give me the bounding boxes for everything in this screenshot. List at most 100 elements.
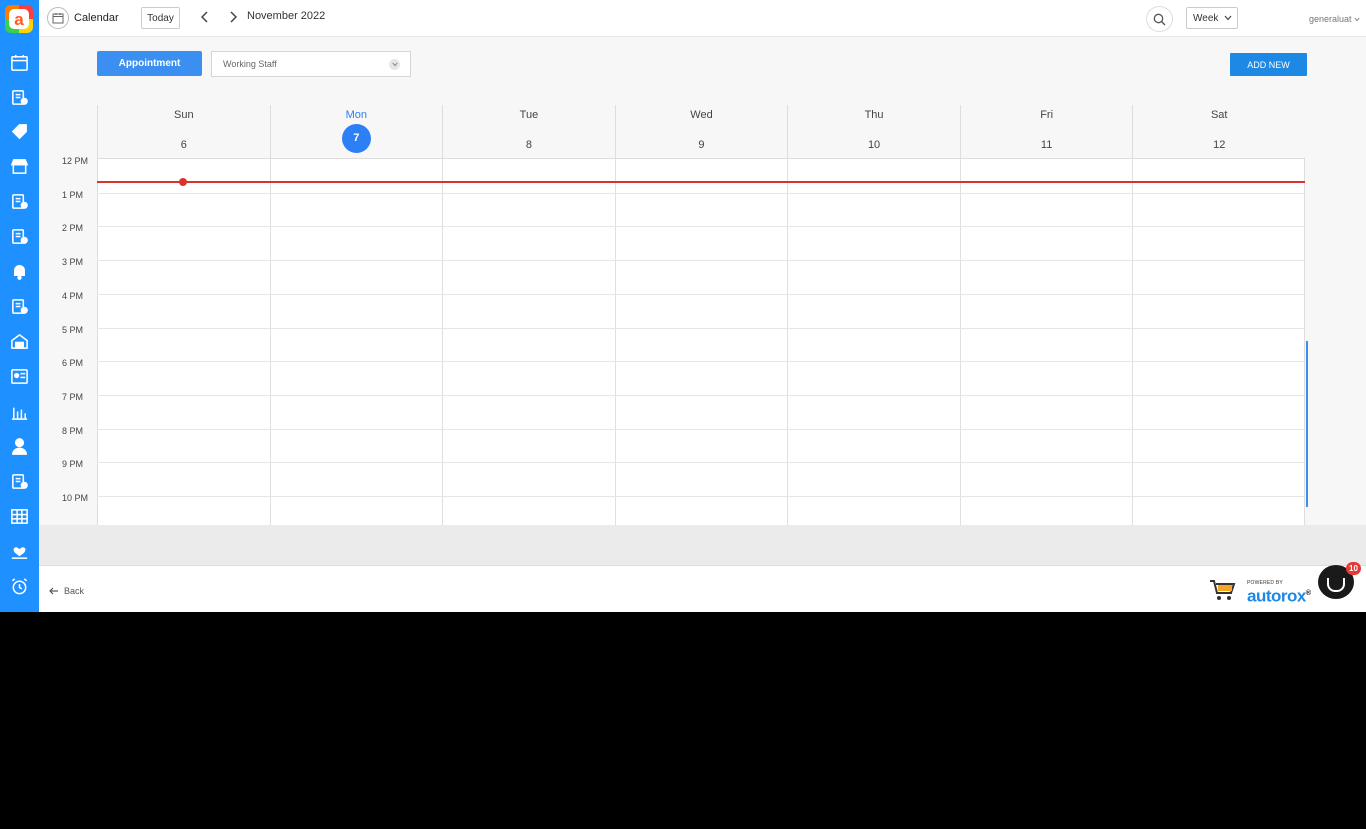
logo-letter: a [9, 9, 29, 29]
staff-icon[interactable] [9, 226, 30, 247]
time-label: 2 PM [62, 223, 84, 234]
user-menu[interactable]: generaluat [1309, 14, 1360, 24]
day-date: 9 [698, 139, 705, 151]
content-bottom [39, 525, 1366, 565]
day-header-sat[interactable]: Sat 12 [1132, 105, 1305, 158]
grid-left-border [97, 159, 98, 526]
back-label: Back [64, 586, 85, 596]
hour-line [97, 192, 1305, 194]
time-label: 6 PM [62, 358, 84, 369]
calendar-icon[interactable] [9, 52, 30, 73]
footer: Back [39, 565, 1366, 612]
invoice-icon[interactable] [9, 296, 30, 317]
day-date: 11 [1040, 139, 1053, 151]
day-name: Sun [173, 109, 194, 121]
month-label: November 2022 [247, 10, 326, 22]
time-label: 7 PM [62, 391, 84, 402]
day-date: 10 [867, 139, 881, 151]
day-header-thu[interactable]: Thu 10 [787, 105, 960, 158]
time-label: 5 PM [62, 324, 84, 335]
week-calendar: Sun 6 Mon 7 Tue 8 Wed 9 Thu 10 Fri 11 Sat 12 [97, 105, 1305, 526]
time-label: 8 PM [62, 425, 84, 436]
calendar-icon [47, 7, 69, 29]
brand-name: autorox® [1247, 586, 1311, 606]
garage-icon[interactable] [9, 331, 30, 352]
hour-line [97, 226, 1305, 228]
time-label: 10 PM [62, 493, 89, 503]
day-column-divider [269, 159, 271, 526]
chat-badge: 10 [1346, 562, 1361, 575]
app-window: a Calendar Today November 2022 Week gene… [0, 0, 1366, 612]
alarm-icon[interactable] [9, 576, 30, 597]
hour-line [97, 496, 1305, 497]
jobcard-icon[interactable] [9, 87, 30, 108]
hour-line [97, 428, 1305, 430]
bell-icon[interactable] [9, 261, 30, 282]
day-column-divider [1132, 159, 1134, 526]
day-column-divider [787, 159, 789, 526]
time-label: 9 PM [62, 459, 84, 470]
report-icon[interactable] [9, 401, 30, 422]
day-name: Mon [345, 109, 368, 121]
store-icon[interactable] [9, 156, 30, 177]
day-name: Tue [519, 109, 539, 121]
day-date: 8 [525, 139, 532, 151]
day-name: Sat [1210, 109, 1228, 121]
day-name: Fri [1040, 109, 1054, 121]
user-name: generaluat [1309, 14, 1352, 24]
current-time-line [97, 181, 1305, 183]
inventory-icon[interactable] [9, 471, 30, 492]
today-button[interactable]: Today [141, 7, 180, 29]
day-header-fri[interactable]: Fri 11 [959, 105, 1133, 158]
day-header-mon[interactable]: Mon 7 [269, 105, 443, 158]
day-column-divider [959, 159, 961, 526]
current-time-dot [179, 178, 187, 186]
topbar: Calendar Today November 2022 Week genera… [39, 0, 1366, 37]
appointment-button[interactable]: Appointment [97, 51, 202, 76]
hour-line [97, 293, 1305, 295]
hour-line [97, 361, 1305, 363]
hour-line [97, 327, 1305, 329]
next-week-icon[interactable] [225, 9, 241, 25]
view-select-value: Week [1193, 12, 1219, 24]
chevron-down-icon [389, 59, 400, 70]
day-date: 7 [341, 124, 371, 153]
back-link[interactable]: Back [49, 586, 84, 596]
day-column-divider [614, 159, 616, 526]
brand-logo: POWERED BY autorox® [1247, 580, 1311, 605]
sidebar: a [0, 0, 39, 612]
chevron-down-icon [1224, 15, 1232, 21]
app-logo[interactable]: a [5, 5, 33, 33]
table-icon[interactable] [9, 506, 30, 527]
staff-select[interactable]: Working Staff [211, 51, 411, 77]
user-icon[interactable] [9, 436, 30, 457]
calendar-grid[interactable] [97, 158, 1305, 526]
parts-icon[interactable] [9, 191, 30, 212]
add-new-button[interactable]: ADD NEW [1230, 53, 1307, 76]
id-card-icon[interactable] [9, 366, 30, 387]
day-header-tue[interactable]: Tue 8 [442, 105, 615, 158]
prev-week-icon[interactable] [197, 9, 213, 25]
care-icon[interactable] [9, 541, 30, 562]
day-column-divider [442, 159, 444, 526]
time-label: 3 PM [62, 257, 84, 268]
search-icon[interactable] [1146, 6, 1173, 32]
arrow-left-icon [49, 587, 58, 595]
view-select[interactable]: Week [1186, 7, 1238, 29]
day-header-wed[interactable]: Wed 9 [614, 105, 788, 158]
grid-right-border [1304, 159, 1305, 526]
hour-line [97, 394, 1305, 396]
cart-icon[interactable] [1209, 578, 1237, 602]
hour-line [97, 260, 1305, 262]
cart-area [1209, 578, 1237, 602]
tag-icon[interactable] [9, 121, 30, 142]
staff-select-value: Working Staff [223, 59, 277, 69]
day-name: Wed [690, 109, 713, 121]
day-header-sun[interactable]: Sun 6 [97, 105, 270, 158]
time-label: 12 PM [62, 156, 89, 166]
day-date: 6 [180, 139, 187, 151]
scrollbar[interactable] [1306, 341, 1308, 507]
chevron-down-icon [1354, 17, 1360, 22]
time-label: 1 PM [62, 189, 84, 200]
hour-line [97, 462, 1305, 464]
